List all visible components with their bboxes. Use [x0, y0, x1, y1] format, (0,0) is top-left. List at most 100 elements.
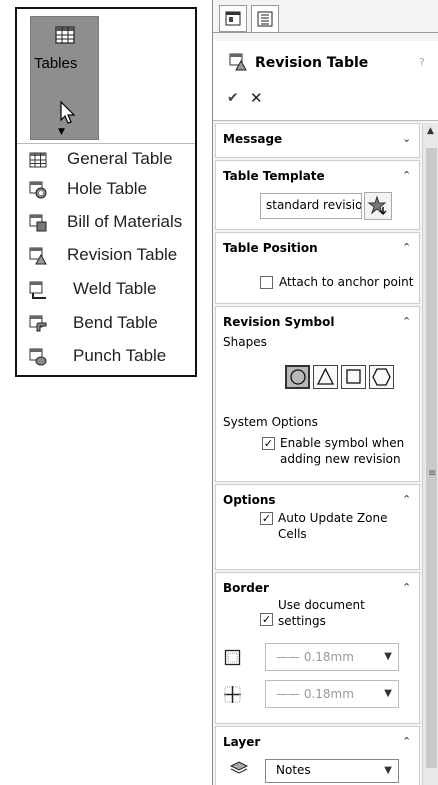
- tab-property-manager[interactable]: [251, 5, 279, 32]
- group-message: Message ⌄: [215, 123, 420, 158]
- group-table-position: Table Position ⌃ Attach to anchor point: [215, 232, 420, 304]
- mouse-cursor-icon: [60, 101, 76, 124]
- menu-item-label: Bill of Materials: [67, 212, 183, 231]
- bill-of-materials-icon: [29, 214, 47, 232]
- feature-manager-icon: [225, 11, 241, 26]
- enable-symbol-label-line2: adding new revision: [280, 452, 401, 466]
- group-options: Options ⌃ ✓ Auto Update Zone Cells: [215, 484, 420, 570]
- layer-value: Notes: [276, 763, 311, 777]
- use-document-settings-label: Use document: [278, 598, 365, 612]
- chevron-up-icon[interactable]: ⌃: [402, 493, 411, 506]
- menu-item-general-table[interactable]: General Table: [17, 146, 195, 176]
- star-template-icon: [367, 195, 387, 216]
- use-document-settings-checkbox[interactable]: ✓: [260, 613, 273, 626]
- grid-border-thickness-select[interactable]: —— 0.18mm ▼: [265, 680, 399, 708]
- tab-feature-manager[interactable]: [219, 5, 247, 32]
- menu-item-label: Bend Table: [73, 313, 158, 332]
- shape-triangle-button[interactable]: [313, 365, 338, 389]
- menu-item-label: Weld Table: [73, 279, 157, 298]
- scroll-up-icon[interactable]: ▲: [427, 126, 434, 136]
- shapes-label: Shapes: [223, 335, 267, 349]
- enable-symbol-label: Enable symbol when: [280, 436, 405, 450]
- box-border-value: —— 0.18mm: [276, 650, 354, 664]
- revision-table-icon: [229, 53, 247, 71]
- box-border-thickness-select[interactable]: —— 0.18mm ▼: [265, 643, 399, 671]
- group-revision-symbol: Revision Symbol ⌃ Shapes System Options …: [215, 306, 420, 482]
- group-title: Border: [223, 581, 269, 595]
- menu-divider: [17, 143, 195, 144]
- table-icon: [55, 26, 75, 44]
- auto-update-zone-label-line2: Cells: [278, 527, 307, 541]
- menu-item-label: General Table: [67, 149, 173, 168]
- hexagon-shape-icon: [372, 368, 391, 386]
- scrollbar-thumb[interactable]: ≡: [426, 148, 437, 768]
- use-document-settings-label-line2: settings: [278, 614, 326, 628]
- shape-square-button[interactable]: [341, 365, 366, 389]
- property-manager-icon: [257, 11, 273, 27]
- chevron-up-icon[interactable]: ⌃: [402, 735, 411, 748]
- auto-update-zone-label: Auto Update Zone: [278, 511, 388, 525]
- menu-item-label: Revision Table: [67, 245, 178, 264]
- hole-table-icon: [29, 181, 47, 199]
- panel-scrollbar[interactable]: ▲ ≡: [422, 123, 438, 785]
- circle-shape-icon: [290, 369, 306, 385]
- menu-item-punch-table[interactable]: Punch Table: [17, 343, 195, 373]
- shape-hexagon-button[interactable]: [369, 365, 394, 389]
- table-template-field[interactable]: standard revisio: [260, 193, 362, 219]
- menu-item-bend-table[interactable]: Bend Table: [17, 310, 195, 340]
- shape-circle-button[interactable]: [285, 365, 310, 389]
- panel-header: Revision Table ? ✔ ✕: [213, 41, 438, 121]
- menu-item-label: Hole Table: [67, 179, 148, 198]
- chevron-down-icon: ▼: [384, 651, 392, 662]
- chevron-up-icon[interactable]: ⌃: [402, 581, 411, 594]
- chevron-down-icon: ▼: [384, 765, 392, 776]
- panel-tab-bar: [213, 0, 438, 40]
- menu-item-label: Punch Table: [73, 346, 167, 365]
- grip-icon: ≡: [428, 468, 437, 479]
- chevron-up-icon[interactable]: ⌃: [402, 241, 411, 254]
- enable-symbol-checkbox[interactable]: ✓: [262, 437, 275, 450]
- group-title: Table Template: [223, 169, 325, 183]
- tab-bar-divider: [213, 32, 438, 33]
- attach-anchor-checkbox[interactable]: [260, 276, 273, 289]
- chevron-down-icon[interactable]: ⌄: [402, 132, 411, 145]
- grid-border-value: —— 0.18mm: [276, 687, 354, 701]
- layer-icon: [230, 761, 248, 774]
- auto-update-zone-checkbox[interactable]: ✓: [260, 512, 273, 525]
- shape-selector: [285, 365, 397, 391]
- chevron-down-icon: ▼: [384, 688, 392, 699]
- property-manager-panel: Revision Table ? ✔ ✕ ▲ ≡ Message ⌄ Table…: [212, 0, 438, 785]
- group-title: Layer: [223, 735, 261, 749]
- cancel-button[interactable]: ✕: [250, 89, 263, 107]
- square-shape-icon: [346, 369, 361, 384]
- revision-table-icon: [29, 247, 47, 265]
- menu-item-bill-of-materials[interactable]: Bill of Materials: [17, 209, 195, 239]
- tables-dropdown-menu: Tables ▼ General Table Hole Table Bill o…: [15, 7, 197, 377]
- triangle-shape-icon: [316, 367, 335, 385]
- menu-item-hole-table[interactable]: Hole Table: [17, 176, 195, 206]
- ok-button[interactable]: ✔: [227, 90, 239, 106]
- chevron-up-icon[interactable]: ⌃: [402, 169, 411, 182]
- menu-item-weld-table[interactable]: Weld Table: [17, 276, 195, 306]
- group-title: Revision Symbol: [223, 315, 335, 329]
- layer-select[interactable]: Notes ▼: [265, 759, 399, 783]
- group-title: Message: [223, 132, 283, 146]
- help-icon[interactable]: ?: [419, 56, 425, 69]
- general-table-icon: [29, 152, 47, 168]
- chevron-up-icon[interactable]: ⌃: [402, 315, 411, 328]
- group-title: Options: [223, 493, 276, 507]
- bend-table-icon: [29, 315, 47, 332]
- panel-title: Revision Table: [255, 55, 369, 71]
- tables-button-label: Tables: [34, 55, 78, 72]
- group-title: Table Position: [223, 241, 318, 255]
- weld-table-icon: [29, 281, 46, 299]
- load-template-button[interactable]: [364, 192, 392, 220]
- group-layer: Layer ⌃ Notes ▼: [215, 726, 420, 785]
- menu-item-revision-table[interactable]: Revision Table: [17, 242, 195, 272]
- dropdown-caret-icon: ▼: [58, 127, 65, 137]
- group-border: Border ⌃ ✓ Use document settings —— 0.18…: [215, 572, 420, 724]
- attach-anchor-label: Attach to anchor point: [279, 275, 414, 289]
- system-options-label: System Options: [223, 415, 318, 429]
- group-table-template: Table Template ⌃ standard revisio: [215, 160, 420, 230]
- punch-table-icon: [29, 348, 47, 366]
